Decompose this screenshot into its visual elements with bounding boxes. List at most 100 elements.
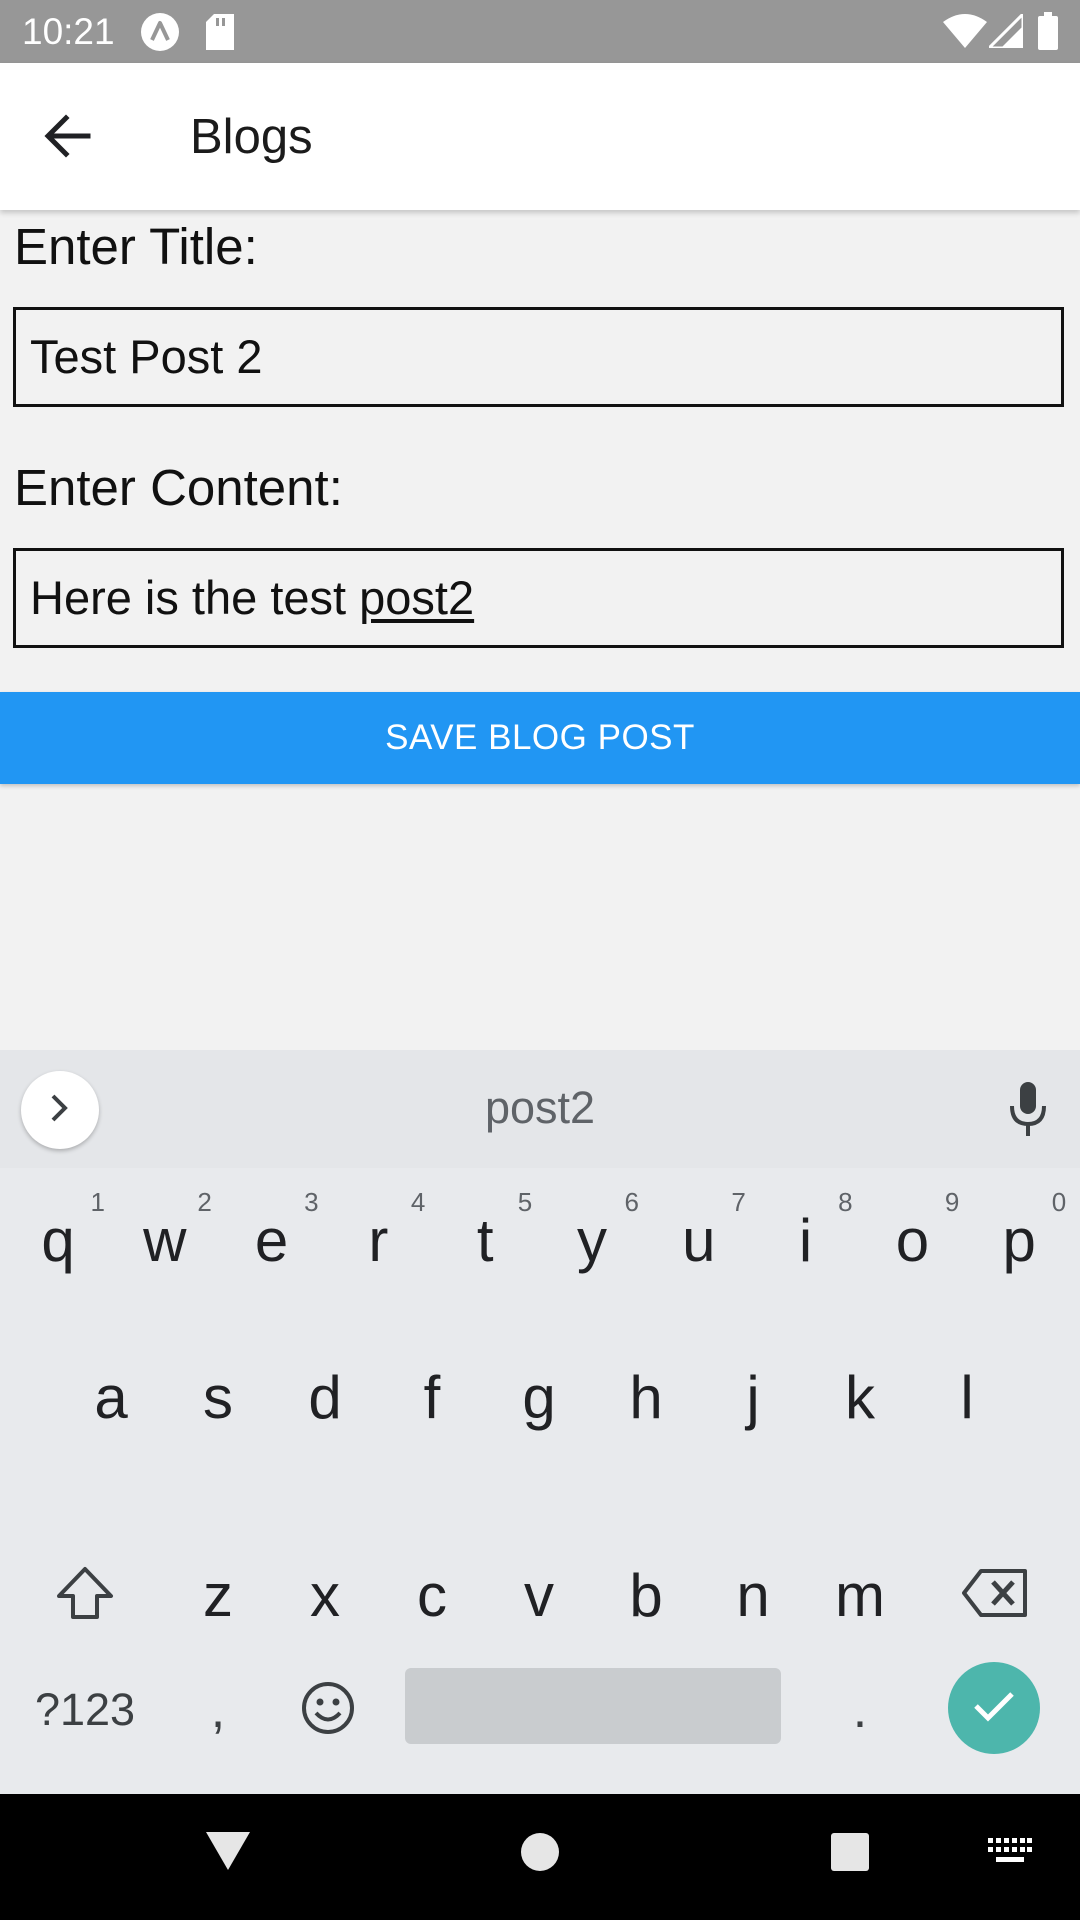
key-label: t: [476, 1206, 494, 1274]
key-label: i: [798, 1206, 813, 1274]
content-input-composing-word: post2: [359, 571, 475, 624]
key-t[interactable]: t5: [432, 1175, 538, 1305]
period-key[interactable]: .: [815, 1660, 905, 1760]
key-hint: 8: [838, 1187, 853, 1217]
key-label: l: [960, 1363, 974, 1431]
key-f[interactable]: f: [379, 1332, 485, 1462]
content-label: Enter Content:: [14, 459, 343, 516]
backspace-key[interactable]: [945, 1530, 1045, 1660]
key-a[interactable]: a: [58, 1332, 164, 1462]
key-n[interactable]: n: [700, 1530, 806, 1660]
suggestion-word[interactable]: post2: [0, 1080, 1080, 1136]
key-label: o: [895, 1206, 930, 1274]
key-label: z: [203, 1561, 233, 1629]
emoji-key[interactable]: [280, 1660, 376, 1760]
key-k[interactable]: k: [807, 1332, 913, 1462]
key-h[interactable]: h: [593, 1332, 699, 1462]
nav-keyboard-switch-button[interactable]: [975, 1824, 1045, 1884]
emoji-icon: [300, 1680, 356, 1741]
key-u[interactable]: u7: [646, 1175, 752, 1305]
key-label: n: [736, 1561, 770, 1629]
voice-input-button[interactable]: [1000, 1081, 1056, 1143]
content-input-value: Here is the test: [30, 571, 360, 624]
square-recents-icon: [830, 1832, 870, 1877]
checkmark-icon: [972, 1688, 1016, 1729]
title-input[interactable]: Test Post 2: [13, 307, 1064, 407]
key-label: s: [203, 1363, 233, 1431]
key-j[interactable]: j: [700, 1332, 806, 1462]
nav-back-button[interactable]: [188, 1814, 268, 1894]
key-w[interactable]: w2: [112, 1175, 218, 1305]
key-m[interactable]: m: [807, 1530, 913, 1660]
content-input[interactable]: Here is the test post2: [13, 548, 1064, 648]
navigation-bar: [0, 1794, 1080, 1920]
key-z[interactable]: z: [165, 1530, 271, 1660]
period-key-label: .: [852, 1681, 868, 1739]
title-label: Enter Title:: [14, 218, 258, 275]
key-hint: 9: [944, 1187, 960, 1217]
key-y[interactable]: y6: [539, 1175, 645, 1305]
key-hint: 4: [410, 1187, 426, 1217]
app-notification-icon: [140, 12, 180, 57]
circle-home-icon: [520, 1832, 560, 1877]
wifi-icon: [943, 14, 987, 53]
microphone-icon: [1008, 1081, 1048, 1143]
save-blog-post-button[interactable]: SAVE BLOG POST: [0, 692, 1080, 784]
key-label: h: [629, 1363, 663, 1431]
key-hint: 3: [304, 1187, 319, 1217]
key-label: p: [1002, 1206, 1036, 1274]
key-g[interactable]: g: [486, 1332, 592, 1462]
key-q[interactable]: q1: [5, 1175, 111, 1305]
soft-keyboard: post2 q1w2e3r4t5y6u7i8o9p0 asdfghjkl zxc…: [0, 1050, 1080, 1794]
key-label: u: [682, 1206, 716, 1274]
nav-home-button[interactable]: [500, 1814, 580, 1894]
key-p[interactable]: p0: [966, 1175, 1072, 1305]
key-label: r: [368, 1206, 389, 1274]
battery-icon: [1038, 12, 1058, 55]
title-input-value: Test Post 2: [30, 330, 263, 383]
status-time: 10:21: [22, 11, 115, 52]
nav-recents-button[interactable]: [810, 1814, 890, 1894]
space-key[interactable]: [405, 1668, 781, 1744]
key-label: d: [308, 1363, 342, 1431]
key-label: a: [94, 1363, 128, 1431]
arrow-back-icon: [44, 113, 92, 163]
key-o[interactable]: o9: [859, 1175, 965, 1305]
key-hint: 6: [624, 1187, 639, 1217]
key-label: c: [417, 1561, 447, 1629]
backspace-icon: [961, 1568, 1029, 1623]
shift-icon: [55, 1566, 115, 1625]
key-c[interactable]: c: [379, 1530, 485, 1660]
key-label: k: [845, 1363, 875, 1431]
back-button[interactable]: [30, 103, 106, 173]
key-e[interactable]: e3: [219, 1175, 325, 1305]
symbols-key-label: ?123: [34, 1684, 136, 1735]
key-l[interactable]: l: [914, 1332, 1020, 1462]
comma-key-label: ,: [210, 1681, 226, 1739]
key-d[interactable]: d: [272, 1332, 378, 1462]
symbols-key[interactable]: ?123: [18, 1660, 152, 1760]
suggestion-strip: post2: [0, 1050, 1080, 1168]
page-title: Blogs: [190, 110, 313, 164]
key-label: x: [310, 1561, 340, 1629]
key-label: v: [524, 1561, 554, 1629]
key-s[interactable]: s: [165, 1332, 271, 1462]
key-label: b: [629, 1561, 663, 1629]
key-hint: 1: [90, 1187, 105, 1217]
key-hint: 2: [197, 1187, 212, 1217]
shift-key[interactable]: [40, 1530, 130, 1660]
key-label: j: [746, 1363, 760, 1431]
signal-icon: [985, 10, 1025, 53]
key-r[interactable]: r4: [325, 1175, 431, 1305]
key-hint: 0: [1051, 1187, 1067, 1217]
key-x[interactable]: x: [272, 1530, 378, 1660]
key-b[interactable]: b: [593, 1530, 699, 1660]
keyboard-icon: [988, 1837, 1032, 1871]
key-hint: 7: [731, 1187, 746, 1217]
comma-key[interactable]: ,: [170, 1660, 266, 1760]
key-v[interactable]: v: [486, 1530, 592, 1660]
key-i[interactable]: i8: [753, 1175, 859, 1305]
sd-card-icon: [206, 14, 234, 55]
key-label: g: [522, 1363, 556, 1431]
enter-key[interactable]: [948, 1662, 1040, 1754]
